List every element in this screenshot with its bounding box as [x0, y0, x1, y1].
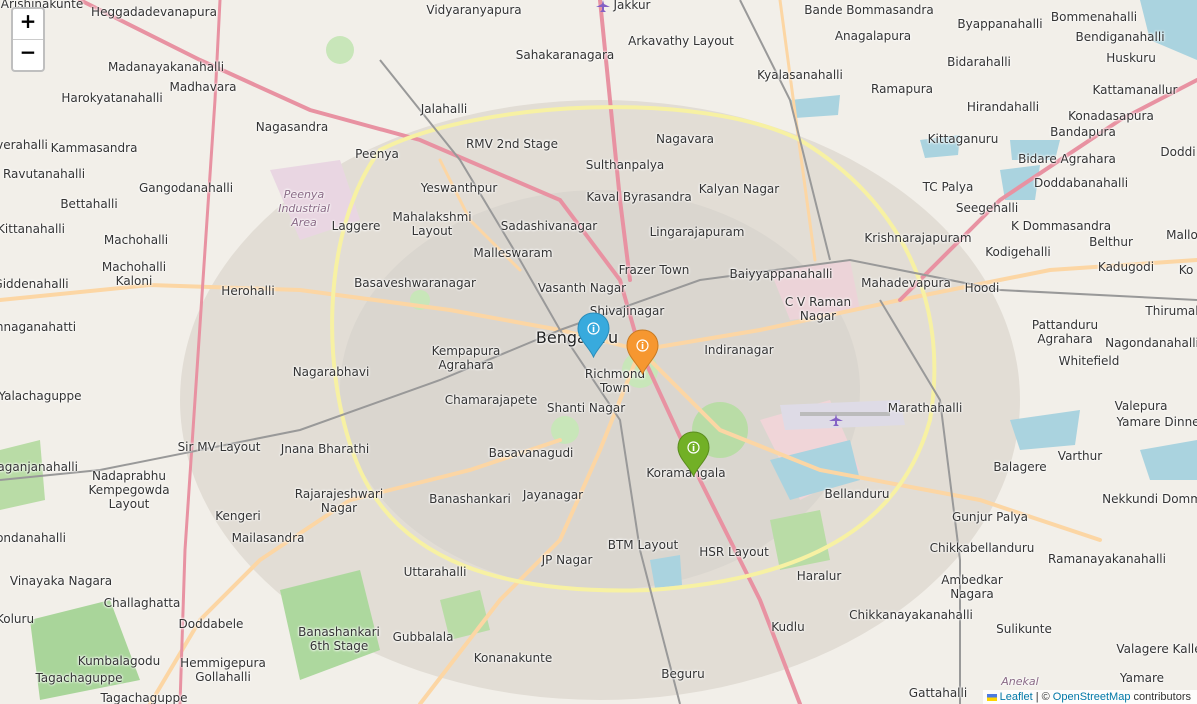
marker-bengaluru[interactable]: i	[577, 312, 610, 358]
lake	[1140, 0, 1197, 60]
airport-icon	[829, 414, 843, 426]
forest	[30, 600, 140, 700]
attribution: Leaflet | © OpenStreetMap contributors	[982, 690, 1197, 704]
park	[326, 36, 354, 64]
park	[0, 440, 45, 510]
info-icon-glyph: i	[592, 325, 595, 335]
lake	[920, 135, 960, 158]
osm-link[interactable]: OpenStreetMap	[1053, 691, 1131, 703]
info-icon-glyph: i	[692, 444, 695, 454]
hebbal-lake	[790, 95, 840, 118]
runway	[800, 412, 890, 416]
zoom-out-button[interactable]: −	[13, 39, 43, 70]
info-icon-glyph: i	[641, 342, 644, 352]
marker-koramangala[interactable]: i	[677, 431, 710, 477]
zoom-control: + −	[11, 7, 45, 72]
marker-richmond-town[interactable]: i	[626, 329, 659, 375]
lake	[1140, 440, 1197, 480]
varthur-lake	[1010, 410, 1080, 450]
ukraine-flag-icon	[986, 693, 997, 701]
airport-icon	[596, 0, 610, 12]
map-container[interactable]: Arishinakunte Heggadadevanapura Vidyaran…	[0, 0, 1197, 704]
lake	[1010, 140, 1060, 160]
lake	[650, 555, 682, 588]
attribution-separator: | ©	[1035, 691, 1050, 703]
attribution-contributors: contributors	[1133, 691, 1191, 703]
zoom-in-button[interactable]: +	[13, 9, 43, 39]
leaflet-link[interactable]: Leaflet	[1000, 691, 1033, 703]
